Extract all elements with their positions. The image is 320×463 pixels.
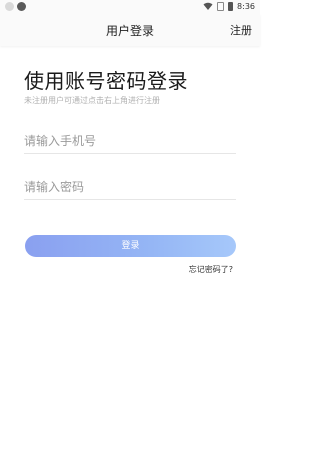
login-heading: 使用账号密码登录: [24, 69, 188, 93]
status-right-icons: 8:36: [203, 1, 255, 11]
login-subheading: 未注册用户可通过点击右上角进行注册: [24, 96, 160, 105]
register-link[interactable]: 注册: [230, 22, 252, 38]
status-left-icons: [5, 2, 26, 11]
forgot-password-link[interactable]: 忘记密码了?: [189, 264, 233, 275]
battery-icon: [228, 1, 234, 11]
phone-input[interactable]: [24, 128, 236, 153]
login-button[interactable]: 登录: [25, 235, 236, 257]
page-title: 用户登录: [105, 24, 154, 38]
password-field: [24, 174, 236, 200]
status-bar: 8:36: [0, 0, 260, 14]
password-input[interactable]: [24, 174, 236, 199]
app-indicator-icon: [17, 2, 26, 11]
notification-icon: [5, 2, 14, 11]
sim-icon: [217, 1, 225, 11]
nav-bar: 用户登录 注册: [0, 14, 260, 46]
status-time: 8:36: [237, 1, 255, 11]
wifi-icon: [203, 2, 213, 10]
phone-field: [24, 128, 236, 154]
